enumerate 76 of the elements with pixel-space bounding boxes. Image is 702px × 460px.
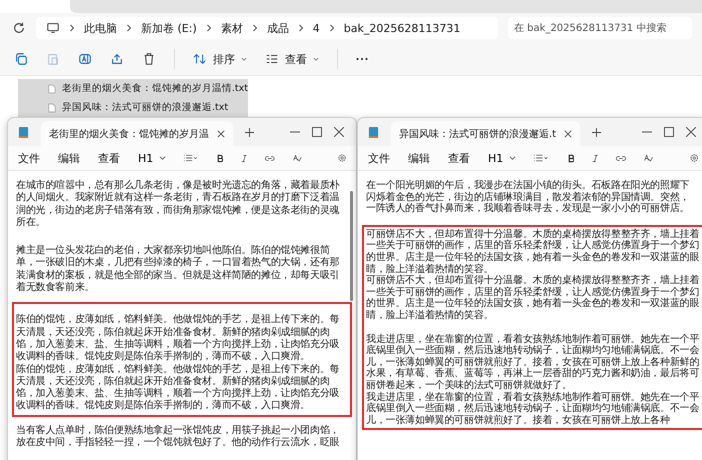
chevron-icon — [69, 24, 75, 32]
breadcrumb-item[interactable]: bak_2025628113731 — [344, 22, 460, 34]
file-item[interactable]: 异国风味：法式可丽饼的浪漫邂逅.txt — [18, 98, 248, 117]
text-paragraph: 在城市的喧嚣中，总有那么几条老街，像是被时光遗忘的角落，藏着最质朴的人间烟火。我家附近就有这样一条老街，青石板路在岁月的打磨下泛着温润的光，街边的老房子错落有致，而街角那家馄饨摊，便是这条老街的灵魂所在。 — [16, 180, 340, 230]
trash-icon[interactable] — [142, 52, 156, 66]
text-paragraph: 可丽饼店不大，但却布置得十分温馨。木质的桌椅摆放得整整齐齐，墙上挂着一些关于可丽饼的画作，店里的音乐轻柔舒缓，让人感觉仿佛置身于一个梦幻的世界。店主是一位年轻的法国女孩，她有着一头金色的卷发和一双湛蓝的眼睛，脸上洋溢着热情的笑容。 — [366, 228, 700, 275]
maximize-icon[interactable] — [664, 127, 674, 137]
notepad-icon — [368, 126, 379, 138]
sort-icon — [193, 52, 207, 66]
menu-item[interactable]: 文件 — [18, 150, 40, 166]
rename-icon[interactable] — [78, 52, 92, 66]
menu-item[interactable]: 文件 — [368, 150, 390, 166]
editor-area[interactable] — [358, 170, 702, 460]
bold-icon[interactable] — [568, 152, 574, 164]
sort-button[interactable]: 排序 — [193, 52, 247, 66]
breadcrumb-item[interactable]: 新加卷 (E:) — [141, 20, 197, 36]
spellcheck-icon[interactable] — [293, 152, 302, 164]
add-tab-icon[interactable] — [245, 128, 254, 136]
text-paragraph: 我走进店里，坐在靠窗的位置，看着女孩熟练地制作着可丽饼。她先在一个平底锅里倒入一些面糊，然后迅速地转动锅子，让面糊均匀地铺满锅底。不一会儿，一张薄如蝉翼的可丽饼就煎好了。接着，女孩在可丽饼上放上各种 — [366, 392, 700, 426]
italic-icon[interactable] — [592, 152, 598, 164]
bold-icon[interactable] — [217, 152, 224, 164]
heading-dropdown[interactable]: H1 — [488, 152, 516, 164]
maximize-icon[interactable] — [312, 127, 322, 137]
close-icon[interactable] — [217, 130, 225, 138]
chevron-icon — [252, 24, 258, 32]
caret-icon — [241, 56, 247, 62]
link-icon[interactable] — [616, 154, 626, 162]
breadcrumb-item[interactable]: 成品 — [266, 20, 289, 36]
add-tab-icon[interactable] — [592, 128, 602, 136]
computer-icon — [46, 21, 60, 35]
notepad-icon — [18, 126, 29, 138]
address-bar[interactable]: 此电脑 新加卷 (E:) 素材 成品 4 bak_2025628113731 — [36, 17, 498, 39]
italic-icon[interactable] — [241, 152, 248, 164]
file-item[interactable]: 老街里的烟火美食：馄饨摊的岁月温情.txt — [18, 79, 248, 98]
menu-item[interactable]: 编辑 — [58, 150, 80, 166]
chevron-icon — [126, 24, 132, 32]
chevron-icon — [298, 24, 304, 32]
refresh-icon[interactable] — [12, 21, 26, 35]
caret-icon — [313, 56, 319, 62]
list-icon[interactable] — [184, 153, 200, 163]
text-paragraph: 我走进店里，坐在靠窗的位置，看着女孩熟练地制作着可丽饼。她先在一个平底锅里倒入一些面糊，然后迅速地转动锅子，让面糊均匀地铺满锅底。不一会儿，一张薄如蝉翼的可丽饼就煎好了。接着，女孩在可丽饼上放上各种新鲜的水果，有草莓、香蕉、蓝莓等，再淋上一层香甜的巧克力酱和奶油，最后将可丽饼卷起来，一个美味的法式可丽饼就做好了。 — [366, 334, 700, 392]
menu-item[interactable]: 查看 — [448, 150, 470, 166]
caret-icon — [509, 156, 516, 160]
heading-dropdown[interactable]: H1 — [138, 152, 166, 164]
share-icon[interactable] — [110, 52, 124, 66]
copy-icon[interactable] — [14, 52, 28, 66]
chevron-icon — [328, 24, 335, 32]
menu-item[interactable]: 查看 — [98, 150, 120, 166]
text-paragraph: 陈伯的馄饨，皮薄如纸，馅料鲜美。他做馄饨的手艺，是祖上传下来的。每天清晨，天还没亮，陈伯就起床开始准备食材。新鲜的猪肉剁成细腻的肉馅，加入葱姜末、盐、生抽等调料，顺着一个方向搅拌上劲，让肉馅充分吸收调料的香味。馄饨皮则是陈伯亲手擀制的，薄而不破，入口爽滑。 — [16, 364, 340, 413]
link-icon[interactable] — [265, 154, 275, 162]
caret-icon — [159, 156, 166, 160]
document-tab[interactable]: 老街里的烟火美食：馄饨摊的岁月温 — [41, 121, 233, 147]
spellcheck-icon[interactable] — [644, 152, 654, 164]
text-paragraph: 可丽饼店不大，但却布置得十分温馨。木质的桌椅摆放得整整齐齐，墙上挂着一些关于可丽饼的画作，店里的音乐轻柔舒缓，让人感觉仿佛置身于一个梦幻的世界。店主是一位年轻的法国女孩，她有着一头金色的卷发和一双湛蓝的眼睛，脸上洋溢着热情的笑容。 — [366, 275, 700, 322]
list-icon[interactable] — [534, 153, 550, 163]
document-tab[interactable]: 异国风味：法式可丽饼的浪漫邂逅.t — [391, 121, 580, 147]
scrollbar[interactable] — [350, 191, 353, 301]
breadcrumb-item[interactable]: 此电脑 — [84, 20, 117, 36]
text-paragraph: 当有客人点单时，陈伯便熟练地拿起一张馄饨皮，用筷子挑起一小团肉馅，放在皮中间，手指轻轻一捏，一个馄饨就包好了。他的动作行云流水，眨眼 — [16, 424, 340, 450]
editor-area[interactable] — [8, 170, 356, 460]
settings-icon[interactable] — [338, 152, 346, 164]
settings-icon[interactable] — [690, 152, 698, 164]
search-field[interactable]: 在 bak_2025628113731 中搜索 — [508, 17, 692, 39]
close-icon[interactable] — [334, 127, 344, 137]
text-paragraph: 陈伯的馄饨，皮薄如纸，馅料鲜美。他做馄饨的手艺，是祖上传下来的。每天清晨，天还没亮，陈伯就起床开始准备食材。新鲜的猪肉剁成细腻的肉馅，加入葱姜末、盐、生抽等调料，顺着一个方向搅拌上劲，让肉馅充分吸收调料的香味。馄饨皮则是陈伯亲手擀制的，薄而不破，入口爽滑。 — [16, 314, 340, 364]
more-icon[interactable] — [356, 57, 368, 61]
breadcrumb-item[interactable]: 4 — [312, 22, 320, 34]
view-button[interactable]: 查看 — [265, 52, 319, 66]
text-paragraph: 摊主是一位头发花白的老伯，大家都亲切地叫他陈伯。陈伯的馄饨摊很简单，一张破旧的木桌，几把有些掉漆的椅子，一口冒着热气的大锅，还有那装满食材的案板，就是他全部的家当。但就是这样简陋的摊位，却每天吸引着无数食客前来。 — [16, 245, 340, 294]
text-paragraph: 在一个阳光明媚的午后，我漫步在法国小镇的街头。石板路在阳光的照耀下闪烁着金色的光芒，街边的店铺琳琅满目，散发着浓郁的异国情调。突然，一阵诱人的香气扑鼻而来，我顺着香味寻去，发现是一家小小的可丽饼店。 — [366, 180, 690, 215]
chevron-icon — [206, 24, 212, 32]
menu-item[interactable]: 编辑 — [408, 150, 430, 166]
list-view-icon — [265, 52, 279, 66]
close-icon[interactable] — [686, 127, 696, 137]
breadcrumb-item[interactable]: 素材 — [220, 20, 243, 36]
close-icon[interactable] — [564, 130, 572, 138]
